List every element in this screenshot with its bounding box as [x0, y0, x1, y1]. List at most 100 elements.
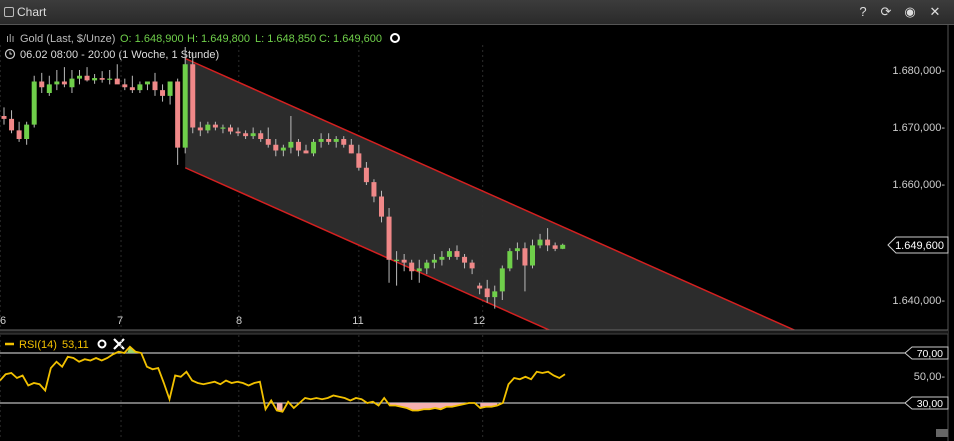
candle-body	[54, 81, 60, 85]
candle-body	[522, 248, 528, 266]
candle-body	[492, 291, 498, 298]
candle-body	[318, 139, 324, 142]
candle-body	[394, 259, 400, 261]
candle-body	[280, 147, 286, 151]
candle-body	[265, 139, 271, 145]
candle-body	[386, 216, 392, 260]
low-value: L: 1.648,850	[255, 33, 316, 45]
candle-body	[235, 131, 241, 134]
candle-body	[92, 78, 98, 81]
high-value: H: 1.649,800	[187, 33, 250, 45]
candle-body	[250, 133, 256, 137]
candle-body	[537, 239, 543, 246]
close-icon[interactable]: ✕	[927, 4, 943, 20]
chart-window: Chart ? ⟳ ◉ ✕ ılı Gold (Last, $/Unze) O:…	[0, 0, 954, 441]
candle-body	[333, 139, 339, 142]
current-price-label: 1.649,600	[895, 240, 944, 252]
candle-body	[356, 153, 362, 168]
price-chart[interactable]: ılı Gold (Last, $/Unze) O: 1.648,900 H: …	[0, 25, 954, 441]
candle-body	[84, 75, 90, 81]
candle-body	[348, 144, 354, 154]
candle-body	[454, 251, 460, 257]
candle-body	[69, 78, 75, 88]
candle-body	[205, 124, 211, 131]
rsi-upper-label: 70,00	[917, 348, 943, 360]
candle-body	[530, 245, 535, 266]
candle-body	[243, 133, 249, 137]
candle-body	[462, 256, 468, 263]
candle-body	[31, 81, 37, 125]
x-tick-label: 12	[473, 315, 485, 327]
candle-body	[477, 285, 483, 289]
candle-body	[1, 116, 7, 119]
candle-body	[416, 268, 422, 272]
window-menu-icon[interactable]	[4, 7, 14, 17]
candle-body	[77, 75, 82, 79]
candle-body	[39, 81, 45, 88]
candle-body	[16, 130, 22, 139]
pane-resize-handle[interactable]	[936, 429, 948, 437]
candle-body	[228, 127, 233, 132]
candle-body	[212, 124, 218, 128]
rsi-value: 53,11	[62, 339, 89, 351]
candle-body	[371, 182, 377, 197]
help-icon[interactable]: ?	[855, 4, 871, 20]
candle-body	[61, 81, 67, 85]
candle-body	[46, 84, 52, 93]
candle-body	[152, 81, 158, 91]
candle-body	[363, 167, 369, 183]
x-tick-label: 11	[352, 315, 363, 327]
candle-body	[99, 78, 105, 80]
candle-body	[122, 84, 128, 88]
x-tick-label: 6	[0, 315, 6, 327]
price-tick: 1.660,000-	[892, 179, 945, 191]
candle-body	[220, 127, 226, 129]
candle-body	[552, 245, 558, 249]
reload-icon[interactable]: ⟳	[878, 4, 894, 20]
rsi-tick: 50,00-	[914, 371, 946, 383]
candle-body	[144, 81, 150, 85]
price-tick: 1.670,000-	[892, 122, 945, 134]
candle-body	[507, 251, 513, 269]
candle-body	[545, 239, 551, 246]
candle-body	[9, 118, 15, 131]
settings-icon[interactable]: ◉	[902, 4, 918, 20]
x-tick-label: 8	[236, 315, 242, 327]
price-tick: 1.680,000-	[892, 65, 945, 77]
candle-body	[160, 90, 166, 96]
candle-body	[401, 259, 407, 263]
rsi-lower-label: 30,00	[917, 398, 943, 410]
date-range: 06.02 08:00 - 20:00 (1 Woche, 1 Stunde)	[20, 49, 219, 61]
candle-body	[379, 196, 384, 217]
candle-body	[326, 139, 332, 142]
price-tick: 1.640,000-	[892, 295, 945, 307]
candle-body	[295, 141, 301, 151]
candle-body	[311, 141, 317, 154]
window-title: Chart	[17, 5, 47, 19]
candle-body	[114, 78, 120, 85]
open-value: O: 1.648,900	[120, 33, 184, 45]
close-value: C: 1.649,600	[319, 33, 382, 45]
candle-body	[137, 84, 143, 91]
candle-body	[273, 144, 279, 151]
candle-body	[409, 262, 415, 272]
title-bar[interactable]: Chart ? ⟳ ◉ ✕	[0, 0, 954, 25]
candle-body	[182, 64, 188, 148]
candle-body	[341, 139, 347, 145]
candle-body	[431, 259, 437, 263]
candle-body	[167, 81, 173, 96]
instrument-name: Gold (Last, $/Unze)	[20, 33, 115, 45]
candle-body	[24, 124, 30, 139]
candle-body	[439, 256, 445, 260]
bars-icon: ılı	[6, 33, 15, 45]
candle-body	[129, 87, 135, 91]
rsi-label: RSI(14)	[19, 339, 57, 351]
candle-body	[197, 127, 203, 131]
x-tick-label: 7	[117, 315, 123, 327]
candle-body	[446, 251, 452, 257]
candle-body	[190, 64, 196, 128]
candle-body	[258, 133, 264, 139]
candle-body	[560, 244, 566, 249]
candle-body	[499, 268, 505, 292]
candle-body	[514, 248, 520, 252]
